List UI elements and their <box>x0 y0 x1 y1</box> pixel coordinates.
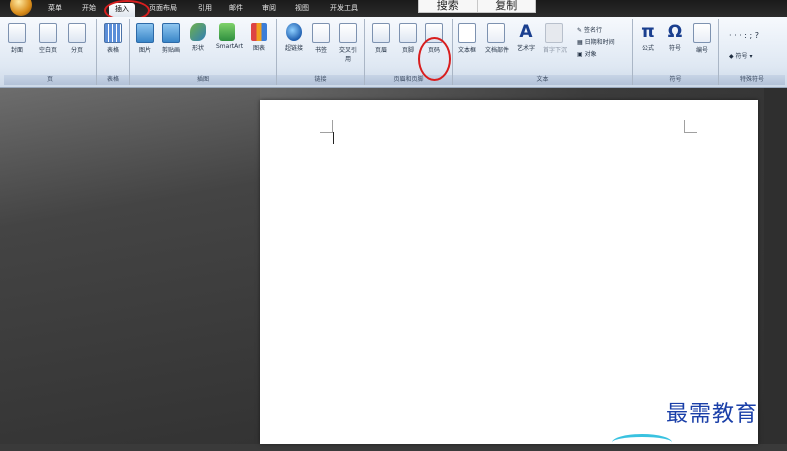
header-button[interactable]: 页眉 <box>370 23 392 54</box>
group-label: 文本 <box>453 75 632 85</box>
chart-icon <box>251 23 267 41</box>
signature-line-item[interactable]: ✎ 签名行 <box>577 25 602 34</box>
margin-corner-top-left <box>320 120 333 133</box>
footer-icon <box>399 23 417 43</box>
hyperlink-globe-icon <box>286 23 302 41</box>
tab-page-layout[interactable]: 页面布局 <box>149 3 177 13</box>
date-time-item[interactable]: ▦ 日期和时间 <box>577 37 615 46</box>
cover-page-icon <box>8 23 26 43</box>
shapes-button[interactable]: 形状 <box>187 23 209 52</box>
group-text: 文本框 文档部件 A 艺术字 首字下沉 ✎ 签名行 ▦ 日期和时间 ▣ 对象 文… <box>453 19 633 85</box>
equation-button[interactable]: π 公式 <box>637 23 659 52</box>
wordart-button[interactable]: A 艺术字 <box>515 23 537 52</box>
quick-parts-icon <box>487 23 505 43</box>
group-label: 特殊符号 <box>719 75 785 85</box>
right-scroll-area[interactable] <box>764 88 787 444</box>
group-label: 页 <box>4 75 96 85</box>
office-button-icon[interactable] <box>10 0 32 16</box>
blank-page-button[interactable]: 空白页 <box>37 23 59 54</box>
text-cursor <box>333 132 334 144</box>
drop-cap-button[interactable]: 首字下沉 <box>543 23 567 54</box>
chart-button[interactable]: 图表 <box>248 23 270 52</box>
table-button[interactable]: 表格 <box>102 23 124 54</box>
group-links: 超链接 书签 交叉引用 链接 <box>277 19 365 85</box>
page-number-highlight-circle <box>418 37 451 81</box>
tab-menu[interactable]: 菜单 <box>48 3 62 13</box>
group-label: 链接 <box>277 75 364 85</box>
tab-developer[interactable]: 开发工具 <box>330 3 358 13</box>
clipart-button[interactable]: 剪贴画 <box>160 23 182 54</box>
bookmark-button[interactable]: 书签 <box>310 23 332 54</box>
smartart-icon <box>219 23 235 41</box>
copy-button[interactable]: 复制 <box>478 0 536 12</box>
pi-equation-icon: π <box>641 22 655 42</box>
group-tables: 表格 表格 <box>97 19 130 85</box>
document-page[interactable] <box>260 100 758 444</box>
group-pages: 封面 空白页 分页 页 <box>4 19 97 85</box>
text-box-button[interactable]: 文本框 <box>456 23 478 54</box>
hyperlink-button[interactable]: 超链接 <box>283 23 305 52</box>
group-special-symbols: · · · : ; ? ◆ 符号 ▾ 特殊符号 <box>719 19 785 85</box>
header-icon <box>372 23 390 43</box>
ribbon: 封面 空白页 分页 页 表格 表格 图片 剪贴画 形状 SmartArt 图表 … <box>0 17 787 88</box>
tab-mailings[interactable]: 邮件 <box>229 3 243 13</box>
watermark-swoosh <box>612 434 672 451</box>
blank-page-icon <box>39 23 57 43</box>
group-illustrations: 图片 剪贴画 形状 SmartArt 图表 插图 <box>130 19 277 85</box>
text-box-icon <box>458 23 476 43</box>
context-popup: 搜索 复制 <box>418 0 536 13</box>
bookmark-icon <box>312 23 330 43</box>
punctuation-icon[interactable]: · · · : ; ? <box>729 31 759 40</box>
cross-reference-icon <box>339 23 357 43</box>
smartart-button[interactable]: SmartArt <box>216 23 243 50</box>
picture-icon <box>136 23 154 43</box>
cross-reference-button[interactable]: 交叉引用 <box>337 23 359 63</box>
background-curve <box>0 88 260 444</box>
tab-references[interactable]: 引用 <box>198 3 212 13</box>
quick-parts-button[interactable]: 文档部件 <box>485 23 509 54</box>
omega-symbol-icon: Ω <box>667 22 683 42</box>
page-break-button[interactable]: 分页 <box>66 23 88 54</box>
document-workspace <box>0 88 787 444</box>
ribbon-tab-bar: 菜单 开始 插入 页面布局 引用 邮件 审阅 视图 开发工具 <box>0 0 787 21</box>
table-icon <box>104 23 122 43</box>
tab-review[interactable]: 审阅 <box>262 3 276 13</box>
page-break-icon <box>68 23 86 43</box>
clipart-icon <box>162 23 180 43</box>
margin-corner-top-right <box>684 120 697 133</box>
search-button[interactable]: 搜索 <box>419 0 478 12</box>
cover-page-button[interactable]: 封面 <box>6 23 28 54</box>
object-item[interactable]: ▣ 对象 <box>577 49 597 58</box>
picture-button[interactable]: 图片 <box>134 23 156 54</box>
group-label: 表格 <box>97 75 129 85</box>
group-symbols: π 公式 Ω 符号 编号 符号 <box>633 19 719 85</box>
special-symbol-item[interactable]: ◆ 符号 ▾ <box>729 51 752 60</box>
group-label: 插图 <box>130 75 276 85</box>
numbering-button[interactable]: 编号 <box>691 23 713 54</box>
footer-button[interactable]: 页脚 <box>397 23 419 54</box>
group-label: 符号 <box>633 75 718 85</box>
shapes-icon <box>190 23 206 41</box>
tab-view[interactable]: 视图 <box>295 3 309 13</box>
symbol-button[interactable]: Ω 符号 <box>664 23 686 52</box>
drop-cap-icon <box>545 23 563 43</box>
numbering-icon <box>693 23 711 43</box>
wordart-icon: A <box>519 22 533 42</box>
watermark-logo: 最需教育 <box>666 402 759 427</box>
tab-home[interactable]: 开始 <box>82 3 96 13</box>
